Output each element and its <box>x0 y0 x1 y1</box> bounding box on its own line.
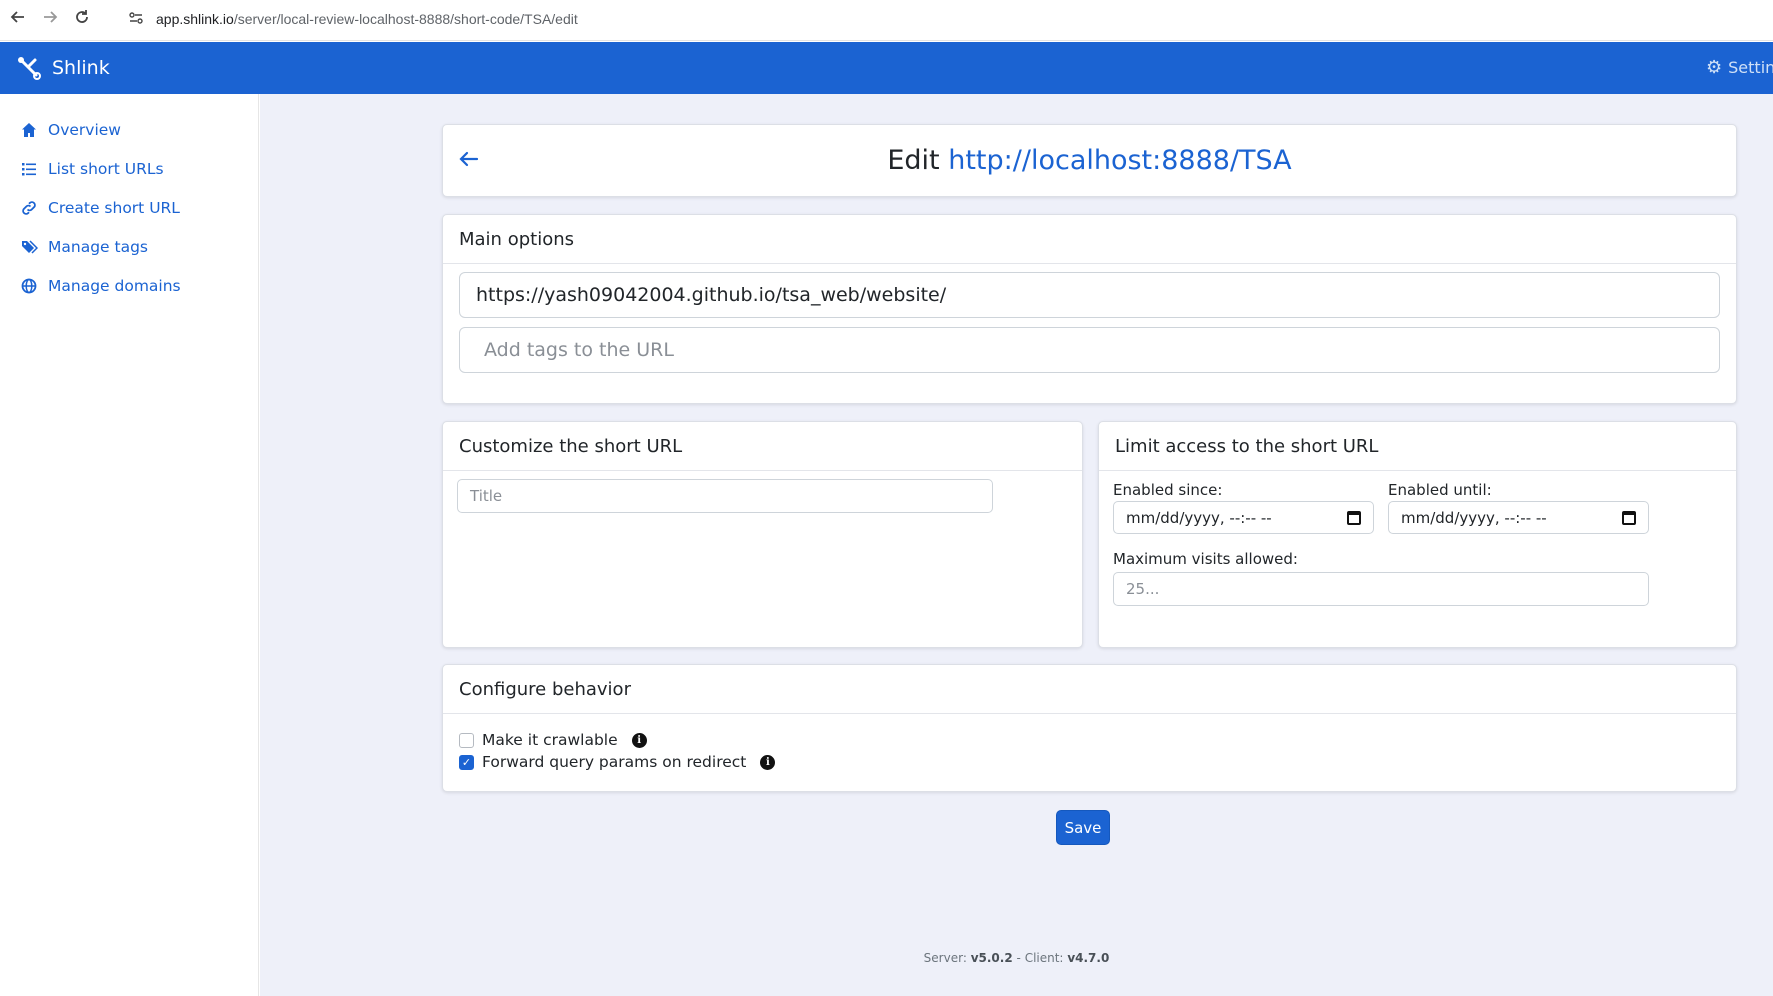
globe-icon <box>20 277 38 295</box>
back-icon[interactable] <box>6 8 30 32</box>
info-icon[interactable]: i <box>631 732 647 748</box>
sidebar-item-label: Manage tags <box>48 238 148 256</box>
max-visits-label: Maximum visits allowed: <box>1113 550 1298 568</box>
server-label: Server: <box>923 951 967 965</box>
client-label: Client: <box>1024 951 1064 965</box>
forward-query-label: Forward query params on redirect <box>482 753 747 771</box>
max-visits-input[interactable]: 25... <box>1113 572 1649 606</box>
url-path: /server/local-review-localhost-8888/shor… <box>233 11 578 27</box>
enabled-until-value: mm/dd/yyyy, --:-- -- <box>1401 508 1547 527</box>
customize-title: Customize the short URL <box>443 422 1082 471</box>
sidebar-item-label: Manage domains <box>48 277 181 295</box>
main-content: Edit http://localhost:8888/TSA Main opti… <box>260 94 1773 996</box>
enabled-since-label: Enabled since: <box>1113 481 1223 499</box>
enabled-until-input[interactable]: mm/dd/yyyy, --:-- -- <box>1388 501 1649 534</box>
link-icon <box>20 199 38 217</box>
shlink-logo-icon <box>18 57 41 80</box>
list-icon <box>20 160 38 178</box>
reload-icon[interactable] <box>70 8 94 32</box>
crawlable-label: Make it crawlable <box>482 731 618 749</box>
enabled-since-value: mm/dd/yyyy, --:-- -- <box>1126 508 1272 527</box>
limit-access-title: Limit access to the short URL <box>1099 422 1736 471</box>
settings-link[interactable]: ⚙ Settin <box>1706 57 1773 78</box>
settings-label: Settin <box>1728 58 1773 77</box>
sidebar-item-create-short-url[interactable]: Create short URL <box>20 196 180 220</box>
address-bar[interactable]: app.shlink.io/server/local-review-localh… <box>124 6 1724 34</box>
crawlable-checkbox[interactable] <box>459 732 474 748</box>
edit-title-card: Edit http://localhost:8888/TSA <box>442 124 1737 197</box>
calendar-icon[interactable] <box>1622 510 1636 525</box>
browser-toolbar: app.shlink.io/server/local-review-localh… <box>0 0 1773 41</box>
info-icon[interactable]: i <box>760 754 776 770</box>
server-version: v5.0.2 <box>970 951 1013 965</box>
url-text: app.shlink.io/server/local-review-localh… <box>156 11 578 27</box>
sidebar-item-label: Overview <box>48 121 121 139</box>
sidebar-item-list-short-urls[interactable]: List short URLs <box>20 157 164 181</box>
url-host: app.shlink.io <box>156 11 234 27</box>
gears-icon: ⚙ <box>1706 57 1723 78</box>
customize-card: Customize the short URL Title <box>442 421 1083 648</box>
short-url-link[interactable]: http://localhost:8888/TSA <box>948 145 1291 176</box>
enabled-since-input[interactable]: mm/dd/yyyy, --:-- -- <box>1113 501 1374 534</box>
app-header: Shlink ⚙ Settin <box>0 42 1773 94</box>
sidebar-item-label: Create short URL <box>48 199 180 217</box>
page-title: Edit http://localhost:8888/TSA <box>443 145 1736 176</box>
limit-access-card: Limit access to the short URL Enabled si… <box>1098 421 1737 648</box>
client-version: v4.7.0 <box>1067 951 1110 965</box>
sidebar-item-label: List short URLs <box>48 160 164 178</box>
tags-input[interactable]: Add tags to the URL <box>459 327 1720 373</box>
sidebar-item-overview[interactable]: Overview <box>20 118 121 142</box>
enabled-until-label: Enabled until: <box>1388 481 1492 499</box>
version-footer: Server: v5.0.2 - Client: v4.7.0 <box>260 951 1773 965</box>
save-button[interactable]: Save <box>1056 810 1110 845</box>
brand-name: Shlink <box>52 57 110 79</box>
calendar-icon[interactable] <box>1347 510 1361 525</box>
forward-query-option[interactable]: ✓ Forward query params on redirect i <box>459 753 776 771</box>
site-info-icon[interactable] <box>128 10 148 30</box>
footer-separator: - <box>1016 951 1021 965</box>
sidebar-item-manage-domains[interactable]: Manage domains <box>20 274 181 298</box>
edit-prefix: Edit <box>887 145 940 176</box>
brand-link[interactable]: Shlink <box>16 53 110 83</box>
main-options-card: Main options https://yash09042004.github… <box>442 214 1737 404</box>
crawlable-option[interactable]: Make it crawlable i <box>459 731 647 749</box>
long-url-input[interactable]: https://yash09042004.github.io/tsa_web/w… <box>459 272 1720 318</box>
forward-query-checkbox[interactable]: ✓ <box>459 754 474 770</box>
sidebar-item-manage-tags[interactable]: Manage tags <box>20 235 148 259</box>
forward-icon[interactable] <box>38 8 62 32</box>
main-options-title: Main options <box>443 215 1736 264</box>
title-input[interactable]: Title <box>457 479 993 513</box>
tags-icon <box>20 238 38 256</box>
sidebar: Overview List short URLs Create short UR… <box>0 94 259 996</box>
configure-behavior-card: Configure behavior Make it crawlable i ✓… <box>442 664 1737 792</box>
home-icon <box>20 121 38 139</box>
behavior-title: Configure behavior <box>443 665 1736 714</box>
